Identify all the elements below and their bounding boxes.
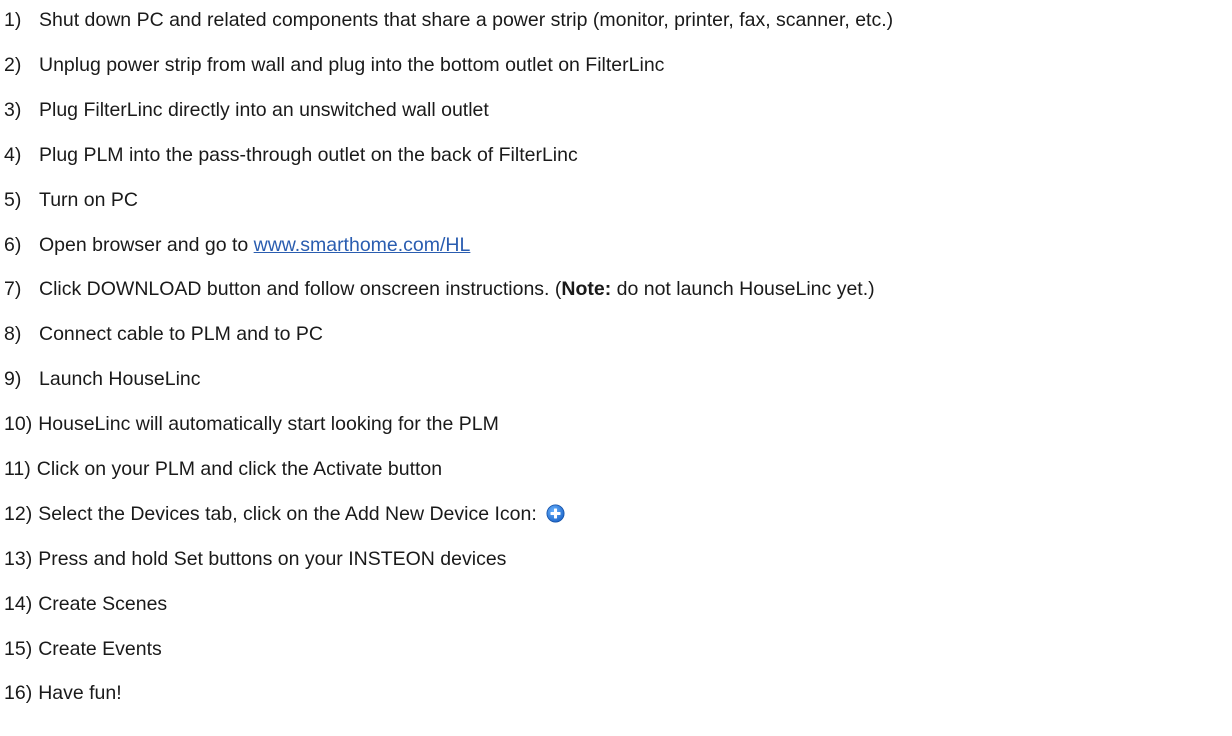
step-text: Create Scenes xyxy=(38,592,168,615)
step-text: Shut down PC and related components that… xyxy=(39,9,894,31)
step-number: 12) xyxy=(4,502,33,525)
step-number: 2) xyxy=(4,54,22,76)
step-6: 6) Open browser and go to www.smarthome.c… xyxy=(4,223,1230,268)
step-text: Plug PLM into the pass-through outlet on… xyxy=(39,143,578,166)
step-number: 3) xyxy=(4,98,22,121)
step-14: 14) Create Scenes xyxy=(4,582,1230,627)
step-number: 7) xyxy=(4,278,22,301)
step-text: Connect cable to PLM and to PC xyxy=(39,323,323,346)
step-9: 9) Launch HouseLinc xyxy=(4,357,1230,402)
step-number: 9) xyxy=(4,368,22,391)
step-11: 11) Click on your PLM and click the Activ… xyxy=(4,447,1230,492)
step-7: 7) Click DOWNLOAD button and follow onscr… xyxy=(4,267,1230,312)
step-number: 8) xyxy=(4,323,22,346)
step-text: Plug FilterLinc directly into an unswitc… xyxy=(39,98,489,121)
step-number: 16) xyxy=(4,682,33,705)
step-text: Unplug power strip from wall and plug in… xyxy=(39,54,665,76)
step-number: 10) xyxy=(4,413,33,436)
step-3: 3) Plug FilterLinc directly into an unswi… xyxy=(4,88,1230,133)
smarthome-link[interactable]: www.smarthome.com/HL xyxy=(254,234,471,256)
step-number: 4) xyxy=(4,143,22,166)
step-number: 1) xyxy=(4,9,22,31)
step-text: Turn on PC xyxy=(39,188,138,211)
step-15: 15) Create Events xyxy=(4,627,1230,672)
step-number: 13) xyxy=(4,547,33,570)
step-text: HouseLinc will automatically start looki… xyxy=(38,413,499,436)
note-label: Note: xyxy=(561,278,612,301)
step-1: 1) Shut down PC and related components th… xyxy=(4,0,1230,43)
add-new-device-icon[interactable] xyxy=(546,495,565,523)
step-number: 6) xyxy=(4,233,22,256)
step-text-after: do not launch HouseLinc yet.) xyxy=(611,278,875,301)
instruction-steps: 1) Shut down PC and related components th… xyxy=(4,0,1230,716)
step-4: 4) Plug PLM into the pass-through outlet … xyxy=(4,133,1230,178)
step-text: Open browser and go to xyxy=(39,233,254,256)
step-13: 13) Press and hold Set buttons on your IN… xyxy=(4,537,1230,582)
step-2: 2) Unplug power strip from wall and plug … xyxy=(4,43,1230,88)
step-12: 12) Select the Devices tab, click on the … xyxy=(4,492,1230,537)
step-10: 10) HouseLinc will automatically start lo… xyxy=(4,402,1230,447)
step-number: 5) xyxy=(4,188,22,211)
step-5: 5) Turn on PC xyxy=(4,178,1230,223)
step-text: Click on your PLM and click the Activate… xyxy=(36,458,443,481)
step-text: Create Events xyxy=(38,637,162,660)
step-number: 11) xyxy=(4,458,31,481)
step-number: 14) xyxy=(4,592,33,615)
step-8: 8) Connect cable to PLM and to PC xyxy=(4,312,1230,357)
step-text: Select the Devices tab, click on the Add… xyxy=(38,502,543,525)
step-text: Click DOWNLOAD button and follow onscree… xyxy=(39,278,562,301)
step-16: 16) Have fun! xyxy=(4,671,1230,716)
step-text: Have fun! xyxy=(38,682,122,705)
step-number: 15) xyxy=(4,637,33,660)
step-text: Launch HouseLinc xyxy=(39,368,201,391)
step-text: Press and hold Set buttons on your INSTE… xyxy=(38,547,507,570)
